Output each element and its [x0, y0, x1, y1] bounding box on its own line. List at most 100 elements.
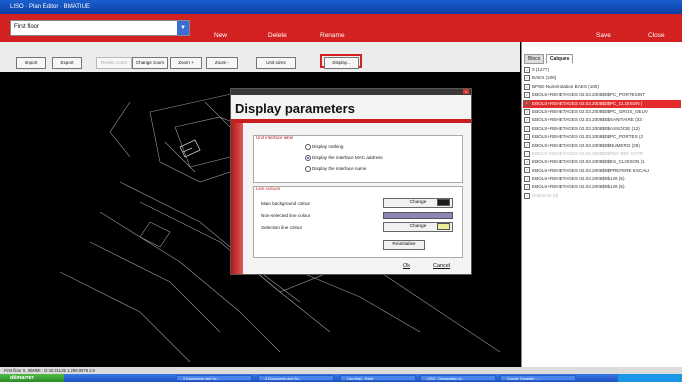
change-background-colour-label: Change [409, 200, 427, 205]
display-parameters-dialog: × Display parameters Unit interface labe… [230, 88, 472, 275]
radio-label: Display nothing [312, 144, 344, 150]
layer-checkbox[interactable]: ✓ [524, 159, 530, 166]
start-button[interactable]: démarrer [0, 374, 64, 382]
layer-label: Defpoints (0) [532, 192, 559, 198]
tab-blocs[interactable]: Blocs [524, 54, 545, 64]
layer-item[interactable]: ✓ EBOLS+REHETAGES 02.03.2008$0$ASSOCIE (1… [523, 125, 681, 133]
layer-item[interactable]: ✓ EBOLS+REHETAGES 02.03.2008$0$NUMERO (29… [523, 142, 681, 150]
layer-label: EBOLS+REHETAGES 02.03.2008$0$PC_PORTES (… [532, 134, 644, 140]
layer-checkbox[interactable]: ✓ [524, 66, 530, 73]
ok-button[interactable]: Ok [403, 263, 410, 269]
status-text: First floor X, 00MMI : G:42,31L35 1.298,… [4, 368, 96, 373]
radio-icon[interactable] [305, 155, 311, 161]
close-icon[interactable]: × [463, 89, 469, 94]
dialog-title: Display parameters [235, 101, 355, 116]
cancel-button[interactable]: Cancel [433, 263, 450, 269]
window-title: LISO · Plan Editor · BMATIUE [10, 4, 90, 10]
taskbar-item[interactable]: LISO - Designation of... [420, 375, 496, 381]
radio-icon[interactable] [305, 166, 311, 172]
layer-label: 0 (1277) [532, 67, 550, 72]
layer-label: EBOLS+REHETAGES 02.03.2008$0$PC_PORTESIN… [532, 92, 646, 98]
layer-label: BPSE-Numérotation BAES (100) [532, 83, 599, 89]
status-bar: First floor X, 00MMI : G:42,31L35 1.298,… [0, 367, 682, 374]
layer-checkbox[interactable]: ✓ [524, 83, 530, 90]
delete-button[interactable]: Delete [268, 32, 287, 39]
main-background-colour-label: Main background colour [261, 201, 311, 206]
non-selected-line-colour-swatch [383, 212, 453, 219]
taskbar-item[interactable]: 3 Documents and Se... [258, 375, 334, 381]
layer-label: EBOLS+REHETAGES 02.03.2008$0$PREFERE ESC… [532, 167, 650, 173]
layer-item[interactable]: ✓ EBOLS+REHETAGES 02.03.2008$0$ES_CLOISON… [523, 158, 681, 166]
layer-item[interactable]: ✓ EBOLS+REHETAGES 02.03.2008$0$PREFERE ES… [523, 167, 681, 175]
layer-checkbox[interactable]: ✓ [524, 108, 530, 115]
dialog-side-strip [231, 123, 243, 274]
layer-checkbox[interactable]: ✓ [524, 167, 530, 174]
dialog-titlebar: × [231, 89, 471, 95]
layer-item[interactable]: ✓ EBOLS+REHETAGES 02.03.2008$0$SANITAIRE … [523, 116, 681, 124]
layer-item[interactable]: ✓ BAES (108) [523, 74, 681, 82]
layer-checkbox[interactable]: ✓ [524, 192, 530, 199]
layer-item[interactable]: ✓ EBOLS+REHETAGES 02.03.2008$0$126 (5) [523, 175, 681, 183]
taskbar-item[interactable]: Liso Map - Paint [340, 375, 416, 381]
layer-label: EBOLS+REHETAGES 02.03.2008$0$REF-REF EXT… [532, 150, 644, 156]
display-button[interactable]: Display... [324, 57, 359, 69]
layer-label: EBOLS+REHETAGES 02.03.2008$0$PC_CLOISON … [532, 100, 643, 106]
export-button[interactable]: Export [52, 57, 82, 69]
layer-checkbox[interactable]: ✓ [524, 75, 530, 82]
layer-checkbox[interactable]: ✓ [524, 125, 530, 132]
layer-item[interactable]: ✓ Defpoints (0) [523, 192, 681, 200]
selection-line-colour-label: Selection line colour [261, 225, 303, 230]
layer-label: EBOLS+REHETAGES 02.03.2008$0$NUMERO (29) [532, 142, 640, 148]
revise-zoom-button[interactable]: Revise zoom [96, 57, 132, 69]
radio-option[interactable]: Display nothing [305, 144, 343, 150]
layer-checkbox[interactable]: ✓ [524, 150, 530, 157]
layer-item[interactable]: ✓ EBOLS+REHETAGES 02.03.2008$0$PC_PORTESI… [523, 91, 681, 99]
background-colour-swatch [437, 199, 450, 206]
layer-item[interactable]: ✓ EBOLS+REHETAGES 02.03.2008$0$126 (5) [523, 183, 681, 191]
layer-checkbox[interactable]: ✓ [524, 117, 530, 124]
taskbar-item[interactable]: Google Translate - ... [500, 375, 576, 381]
layer-checkbox[interactable]: ✓ [524, 184, 530, 191]
radio-label: Display the interface MAC address [312, 155, 383, 161]
change-zoom-button[interactable]: Change zoom [132, 57, 168, 69]
radio-option[interactable]: Display the interface name [305, 166, 366, 172]
reinitialise-button[interactable]: Reinitialise [383, 240, 425, 250]
unit-sizes-button[interactable]: Unit sizes [256, 57, 296, 69]
window-titlebar: LISO · Plan Editor · BMATIUE [0, 0, 682, 14]
floor-select[interactable]: First floor ▼ [10, 20, 190, 36]
layer-checkbox[interactable]: ✓ [524, 175, 530, 182]
radio-icon[interactable] [305, 144, 311, 150]
layer-item[interactable]: ✓ EBOLS+REHETAGES 02.03.2008$0$REF-REF EX… [523, 150, 681, 158]
layer-item[interactable]: ✓ EBOLS+REHETAGES 02.03.2008$0$PC_GROS_OE… [523, 108, 681, 116]
new-button[interactable]: New [214, 32, 227, 39]
layer-label: EBOLS+REHETAGES 02.03.2008$0$PC_GROS_OEU… [532, 108, 648, 114]
chevron-down-icon[interactable]: ▼ [177, 21, 189, 35]
import-button[interactable]: Import [16, 57, 46, 69]
close-button[interactable]: Close [648, 32, 665, 39]
layer-item[interactable]: ✓ BPSE-Numérotation BAES (100) [523, 83, 681, 91]
tab-calques[interactable]: Calques [546, 54, 574, 64]
layer-checkbox[interactable]: ✓ [524, 142, 530, 149]
taskbar-item[interactable]: 3 Documents and Se... [176, 375, 252, 381]
layer-item[interactable]: ✓ EBOLS+REHETAGES 02.03.2008$0$PC_PORTES … [523, 133, 681, 141]
layer-item[interactable]: ✓ EBOLS+REHETAGES 02.03.2008$0$PC_CLOISON… [523, 99, 681, 108]
system-tray [618, 374, 682, 382]
radio-option[interactable]: Display the interface MAC address [305, 155, 383, 161]
zoom-out-button[interactable]: Zoom - [206, 57, 238, 69]
layer-checkbox[interactable]: ✓ [524, 133, 530, 140]
radio-label: Display the interface name [312, 166, 367, 172]
dialog-header-band [231, 119, 471, 123]
layer-label: EBOLS+REHETAGES 02.03.2008$0$126 (5) [532, 176, 625, 182]
zoom-in-button[interactable]: Zoom + [170, 57, 202, 69]
layer-label: EBOLS+REHETAGES 02.03.2008$0$ASSOCIE (12… [532, 125, 640, 131]
layer-item[interactable]: ✓ 0 (1277) [523, 66, 681, 74]
non-selected-line-colour-label: Non-selected line colour [261, 213, 311, 218]
layer-checkbox[interactable]: ✓ [524, 91, 530, 98]
save-button[interactable]: Save [596, 32, 611, 39]
rename-button[interactable]: Rename [320, 32, 345, 39]
layer-checkbox[interactable]: ✓ [524, 100, 530, 107]
layer-label: BAES (108) [532, 75, 557, 81]
change-selection-colour-label: Change [409, 224, 427, 229]
line-colours-group-title: Line colours [256, 186, 281, 191]
layer-label: EBOLS+REHETAGES 02.03.2008$0$126 (5) [532, 184, 625, 190]
